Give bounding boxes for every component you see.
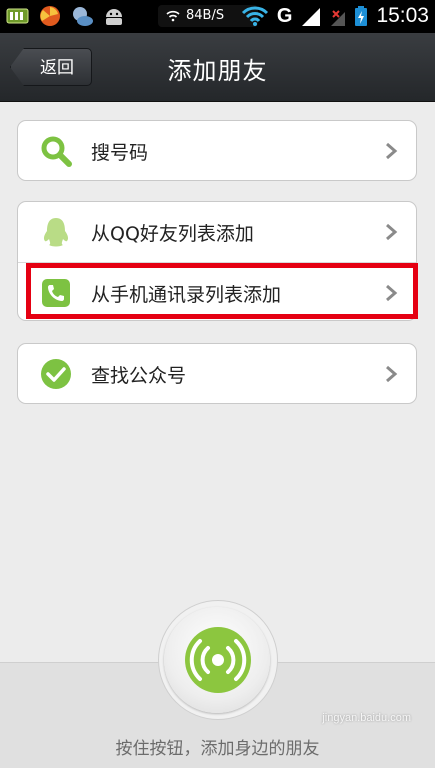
add-from-qq-label: 从QQ好友列表添加 <box>91 222 254 245</box>
android-icon <box>106 9 122 25</box>
highlight-box <box>26 263 418 319</box>
battery-app-icon <box>6 8 29 24</box>
add-from-qq-row[interactable]: 从QQ好友列表添加 <box>18 202 416 262</box>
system-icons: G 15:03 <box>241 4 429 28</box>
chevron-right-icon <box>386 223 398 241</box>
checkmark-circle-icon <box>41 359 71 389</box>
signal-off-icon <box>331 10 346 26</box>
search-number-row[interactable]: 搜号码 <box>18 121 416 181</box>
chevron-right-icon <box>386 365 398 383</box>
radar-hint-text: 按住按钮，添加身边的朋友 <box>115 739 320 759</box>
qq-penguin-icon <box>43 218 69 247</box>
network-type: G <box>276 4 293 27</box>
battery-charging-icon <box>355 6 368 26</box>
page-title: 添加朋友 <box>167 57 268 85</box>
find-public-account-label: 查找公众号 <box>91 364 187 387</box>
wifi-icon <box>241 6 268 26</box>
pinwheel-app-icon <box>40 6 60 26</box>
chevron-right-icon <box>386 142 398 160</box>
title-bar: 返回 添加朋友 <box>0 33 435 102</box>
search-number-card: 搜号码 <box>17 120 417 181</box>
network-speed-text: 84B/S <box>186 8 225 23</box>
watermark: jingyan.baidu.com <box>322 712 411 724</box>
public-account-card: 查找公众号 <box>17 343 417 404</box>
search-icon <box>41 136 72 167</box>
search-number-label: 搜号码 <box>91 141 149 164</box>
wifi-small-icon <box>166 10 180 22</box>
status-bar: 84B/S G 15:03 <box>0 0 435 33</box>
radar-signal-icon <box>185 627 251 693</box>
clock: 15:03 <box>376 4 429 27</box>
find-public-account-row[interactable]: 查找公众号 <box>18 344 416 404</box>
signal-icon <box>302 8 321 26</box>
chat-app-icon <box>73 7 93 26</box>
notification-icons <box>6 5 126 27</box>
